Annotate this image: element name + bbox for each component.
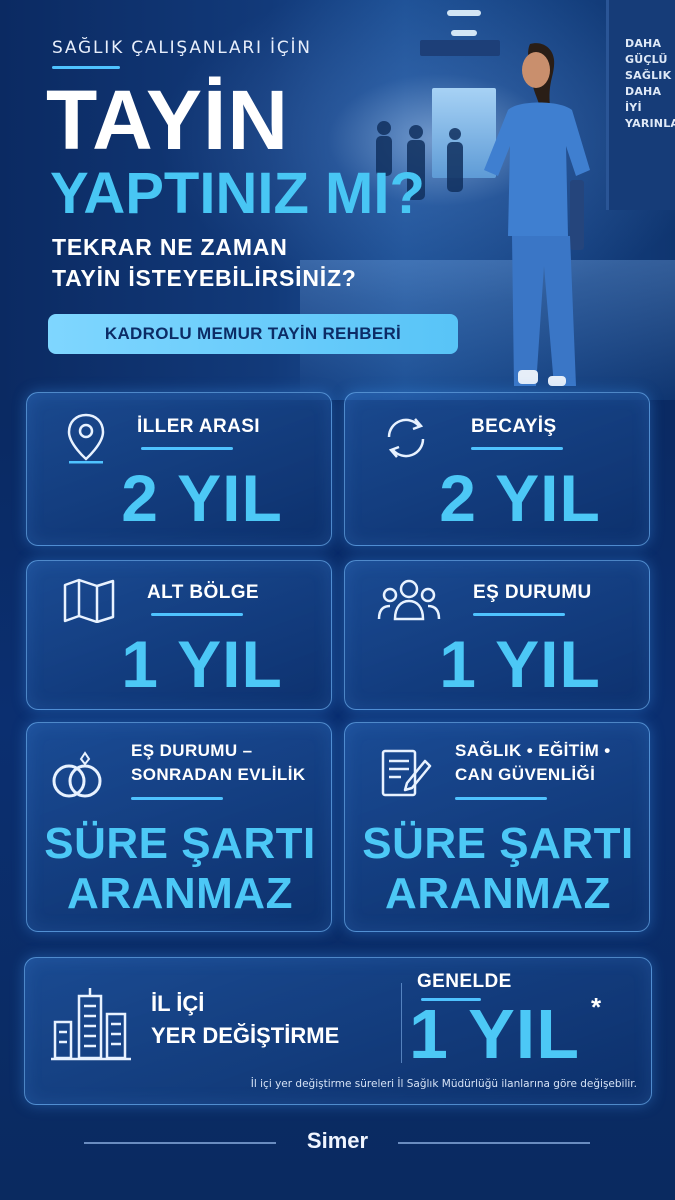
card-label: BECAYİŞ [471, 416, 557, 437]
subtitle-line-2: TAYİN İSTEYEBİLİRSİNİZ? [52, 265, 357, 291]
card-underline [131, 797, 223, 800]
document-pen-icon [381, 749, 432, 797]
card-label-line-1: SAĞLIK • EĞİTİM • [455, 741, 611, 760]
card-underline [471, 447, 563, 450]
card-underline [141, 447, 233, 450]
people-icon [377, 579, 441, 621]
card-value: 2 YIL [439, 461, 601, 535]
card-label: ALT BÖLGE [147, 582, 259, 603]
wall-sign-line: SAĞLIK [625, 69, 672, 82]
card-label: EŞ DURUMU – SONRADAN EVLİLİK [131, 739, 306, 787]
wedding-rings-icon [52, 751, 102, 798]
card-underline [455, 797, 547, 800]
card-es-durumu: EŞ DURUMU 1 YIL [344, 560, 650, 710]
card-value: 2 YIL [121, 461, 283, 535]
card-label-line-2: CAN GÜVENLİĞİ [455, 765, 596, 784]
card-value-line-1: SÜRE ŞARTI [44, 819, 316, 868]
card-value-line-2: ARANMAZ [67, 869, 293, 918]
card-label-line-2: SONRADAN EVLİLİK [131, 765, 306, 784]
card-becayis: BECAYİŞ 2 YIL [344, 392, 650, 546]
card-label: İLLER ARASI [137, 416, 260, 437]
pre-value-label: GENELDE [417, 971, 512, 992]
asterisk: * [591, 992, 602, 1022]
card-underline [473, 613, 565, 616]
subtitle-line-1: TEKRAR NE ZAMAN [52, 234, 288, 260]
bottom-label-line-1: İL İÇİ [151, 991, 205, 1016]
wall-sign-line: DAHA [625, 37, 662, 50]
bottom-value: 1 YIL [409, 995, 581, 1073]
wall-sign: DAHA GÜÇLÜ SAĞLIK DAHA İYİ YARINLAR [606, 0, 675, 210]
ceiling-light [451, 30, 477, 36]
card-value-line-2: ARANMAZ [385, 869, 611, 918]
kicker-underline [52, 66, 120, 69]
guide-badge: KADROLU MEMUR TAYİN REHBERİ [48, 314, 458, 354]
kicker-text: SAĞLIK ÇALIŞANLARI İÇİN [52, 38, 312, 58]
card-saglik-egitim-can-guvenligi: SAĞLIK • EĞİTİM • CAN GÜVENLİĞİ SÜRE ŞAR… [344, 722, 650, 932]
card-underline [151, 613, 243, 616]
nurse-illustration [484, 43, 590, 386]
bottom-label: İL İÇİ YER DEĞİŞTİRME [151, 988, 339, 1052]
buildings-icon [51, 988, 131, 1061]
wall-sign-line: DAHA İYİ [625, 85, 662, 114]
footnote: İl içi yer değiştirme süreleri İl Sağlık… [250, 1078, 637, 1090]
brand-name: Simer [306, 1128, 369, 1153]
card-il-ici-yer-degistirme: İL İÇİ YER DEĞİŞTİRME GENELDE 1 YIL * İl… [24, 957, 652, 1105]
card-es-durumu-sonradan-evlilik: EŞ DURUMU – SONRADAN EVLİLİK SÜRE ŞARTI … [26, 722, 332, 932]
location-pin-icon [67, 413, 105, 464]
ceiling-light [447, 10, 481, 16]
card-value: SÜRE ŞARTI ARANMAZ [355, 819, 641, 919]
card-value-line-1: SÜRE ŞARTI [362, 819, 634, 868]
card-label-line-1: EŞ DURUMU – [131, 741, 253, 760]
card-label: EŞ DURUMU [473, 582, 592, 603]
title-line-1: TAYİN [46, 73, 290, 167]
vertical-divider [401, 983, 402, 1063]
wall-sign-line: YARINLAR [625, 117, 675, 130]
card-value: 1 YIL [121, 627, 283, 701]
card-value: SÜRE ŞARTI ARANMAZ [37, 819, 323, 919]
subtitle: TEKRAR NE ZAMAN TAYİN İSTEYEBİLİRSİNİZ? [52, 232, 357, 294]
card-label: SAĞLIK • EĞİTİM • CAN GÜVENLİĞİ [455, 739, 611, 787]
card-value: 1 YIL [439, 627, 601, 701]
map-icon [63, 578, 115, 623]
swap-arrows-icon [387, 418, 425, 458]
bottom-label-line-2: YER DEĞİŞTİRME [151, 1023, 340, 1048]
card-alt-bolge: ALT BÖLGE 1 YIL [26, 560, 332, 710]
card-iller-arasi: İLLER ARASI 2 YIL [26, 392, 332, 546]
wall-sign-line: GÜÇLÜ [625, 53, 668, 66]
title-line-2: YAPTINIZ MI? [50, 161, 425, 226]
